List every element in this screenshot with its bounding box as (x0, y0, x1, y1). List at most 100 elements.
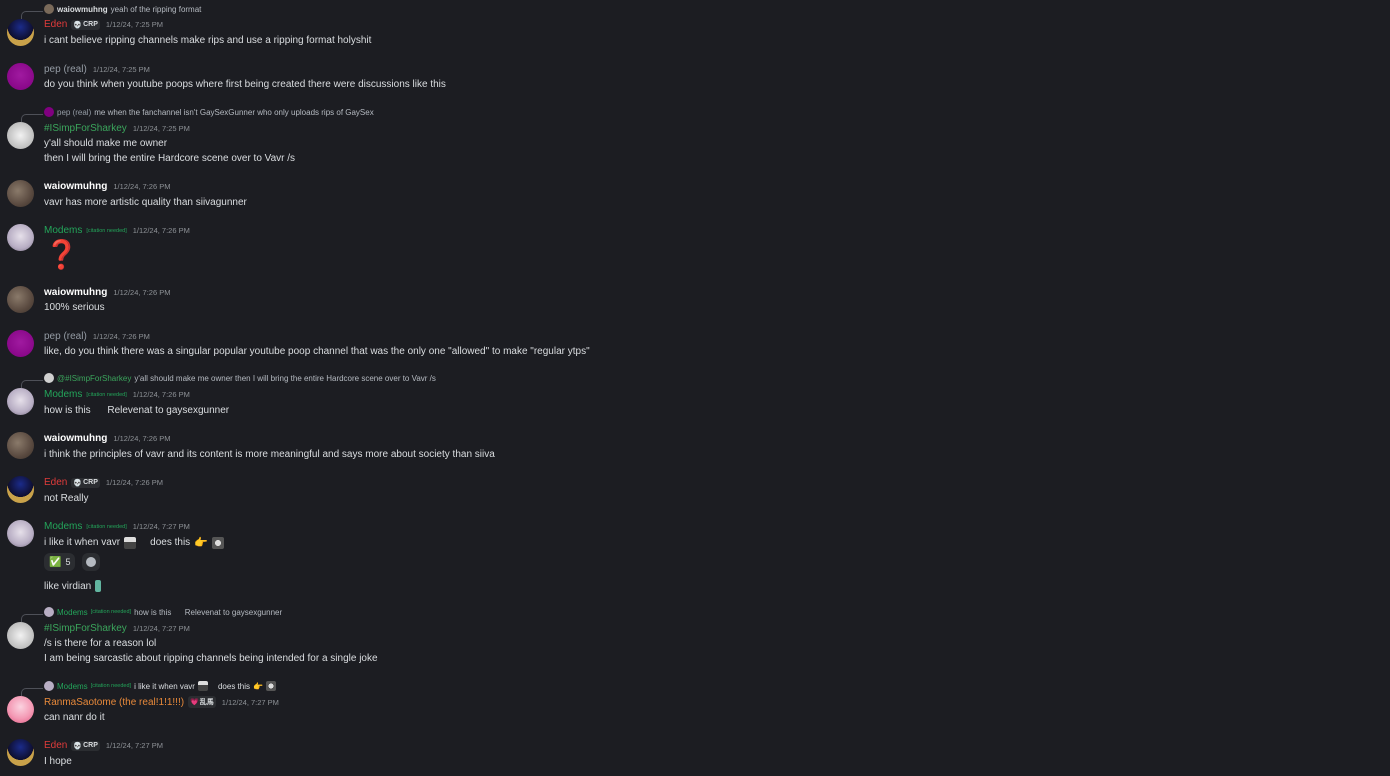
avatar[interactable] (7, 739, 34, 766)
message-text: I hope (44, 756, 72, 767)
avatar[interactable] (7, 520, 34, 547)
reply-author: pep (real) (57, 107, 92, 117)
author-name[interactable]: #ISimpForSharkey (44, 623, 127, 634)
reaction-check[interactable]: ✅ 5 (44, 553, 76, 571)
reply-preview[interactable]: waiowmuhng yeah of the ripping format (44, 4, 201, 14)
avatar[interactable] (7, 622, 34, 649)
virdian-emoji (95, 580, 102, 592)
author-name[interactable]: waiowmuhng (44, 287, 107, 298)
author-name[interactable]: pep (real) (44, 331, 87, 342)
citation-badge: [citation needed] (86, 391, 127, 398)
role-tag: 💗 乱馬 (188, 696, 216, 708)
skull-icon: 💀 (73, 479, 83, 487)
author-name[interactable]: waiowmuhng (44, 181, 107, 192)
message-text: not Really (44, 493, 89, 504)
reply-text: how is this Relevenat to gaysexgunner (134, 607, 283, 617)
timestamp: 1/12/24, 7:27 PM (221, 697, 279, 707)
reply-text: me when the fanchannel isn't GaySexGunne… (94, 107, 374, 117)
skull-icon: 💀 (73, 742, 83, 750)
citation-badge: [citation needed] (90, 683, 132, 689)
timestamp: 1/12/24, 7:27 PM (105, 741, 163, 750)
reply-avatar (44, 373, 54, 383)
message-text: how is this Relevenat to gaysexgunner (44, 405, 230, 416)
reply-avatar (44, 107, 54, 117)
vavr-emoji (124, 536, 137, 549)
message-text: can nanr do it (44, 712, 105, 723)
reply-preview[interactable]: pep (real) me when the fanchannel isn't … (44, 107, 374, 117)
skull-icon: 💀 (73, 21, 83, 29)
check-icon: ✅ (49, 556, 62, 568)
author-name[interactable]: Modems (44, 389, 82, 400)
author-name[interactable]: Modems (44, 225, 82, 236)
citation-badge: [citation needed] (90, 609, 132, 615)
timestamp: 1/12/24, 7:25 PM (105, 20, 163, 29)
reply-connector (21, 614, 43, 622)
avatar[interactable] (7, 696, 34, 723)
author-name[interactable]: RanmaSaotome (the real!1!1!!!) (44, 697, 184, 708)
message-text: like virdian (44, 580, 102, 592)
author-name[interactable]: Modems (44, 521, 82, 532)
reaction-count: 5 (65, 557, 71, 567)
timestamp: 1/12/24, 7:26 PM (132, 226, 190, 235)
timestamp: 1/12/24, 7:25 PM (132, 124, 190, 133)
question-emoji: ❓ (44, 239, 79, 270)
avatar[interactable] (7, 180, 34, 207)
timestamp: 1/12/24, 7:26 PM (92, 332, 150, 341)
timestamp: 1/12/24, 7:26 PM (132, 390, 190, 399)
avatar[interactable] (7, 330, 34, 357)
add-reaction-button[interactable] (82, 553, 100, 571)
role-tag: 💀 CRP (71, 477, 100, 488)
role-tag: 💀 CRP (71, 740, 100, 751)
message-text: i think the principles of vavr and its c… (44, 449, 495, 460)
reply-avatar (44, 681, 54, 691)
author-name[interactable]: #ISimpForSharkey (44, 123, 127, 134)
reply-text: yeah of the ripping format (110, 4, 202, 14)
reply-author: waiowmuhng (57, 4, 108, 14)
author-name[interactable]: Eden (44, 477, 67, 488)
author-name[interactable]: pep (real) (44, 64, 87, 75)
avatar[interactable] (7, 63, 34, 90)
reply-preview[interactable]: Modems [citation needed] i like it when … (44, 681, 276, 691)
timestamp: 1/12/24, 7:27 PM (132, 522, 190, 531)
avatar[interactable] (7, 224, 34, 251)
reply-preview[interactable]: Modems [citation needed] how is this Rel… (44, 607, 282, 617)
reply-preview[interactable]: @#ISimpForSharkey y'all should make me o… (44, 373, 436, 383)
avatar[interactable] (7, 432, 34, 459)
message-text: vavr has more artistic quality than siiv… (44, 197, 247, 208)
message-text: y'all should make me owner (44, 138, 168, 149)
custom-emoji (265, 681, 276, 691)
reply-author: Modems (57, 607, 88, 617)
reply-author: @#ISimpForSharkey (57, 373, 132, 383)
timestamp: 1/12/24, 7:26 PM (105, 478, 163, 487)
reply-connector (21, 380, 43, 388)
reply-avatar (44, 607, 54, 617)
message-text: /s is there for a reason lol (44, 638, 157, 649)
message-text: 100% serious (44, 302, 105, 313)
reply-avatar (44, 4, 54, 14)
pointing-hand-icon: 👉 (253, 681, 263, 691)
author-name[interactable]: Eden (44, 19, 67, 30)
avatar[interactable] (7, 476, 34, 503)
message-text: i like it when vavr does this 👉 (44, 536, 224, 549)
citation-badge: [citation needed] (86, 227, 127, 234)
author-name[interactable]: Eden (44, 740, 67, 751)
avatar[interactable] (7, 122, 34, 149)
avatar[interactable] (7, 286, 34, 313)
timestamp: 1/12/24, 7:26 PM (113, 434, 171, 443)
reply-connector (21, 11, 43, 19)
emoji-picker-icon (86, 557, 96, 567)
avatar[interactable] (7, 19, 34, 46)
timestamp: 1/12/24, 7:27 PM (132, 624, 190, 633)
timestamp: 1/12/24, 7:26 PM (113, 182, 171, 191)
pointing-hand-icon: 👉 (194, 537, 208, 549)
message-text: then I will bring the entire Hardcore sc… (44, 153, 296, 164)
vavr-emoji (197, 681, 208, 691)
reply-text: i like it when vavr (134, 681, 195, 691)
message-text: i cant believe ripping channels make rip… (44, 35, 372, 46)
message-text: I am being sarcastic about ripping chann… (44, 653, 378, 664)
reply-author: Modems (57, 681, 88, 691)
role-tag: 💀 CRP (71, 19, 100, 30)
avatar[interactable] (7, 388, 34, 415)
author-name[interactable]: waiowmuhng (44, 433, 107, 444)
heart-icon: 💗 (190, 699, 199, 706)
